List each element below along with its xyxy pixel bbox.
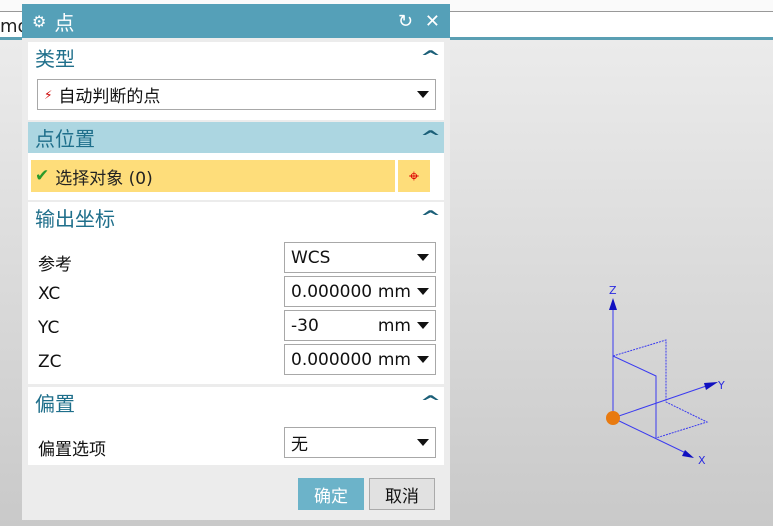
collapse-icon[interactable]: ^ <box>420 392 441 413</box>
offset-option-label: 偏置选项 <box>38 440 106 460</box>
offset-option-dropdown[interactable]: 无 <box>284 427 436 458</box>
chevron-down-icon[interactable] <box>417 288 429 295</box>
chevron-down-icon <box>417 254 429 261</box>
zc-unit: mm <box>377 349 411 370</box>
wcs-triad: Z Y X <box>606 284 725 467</box>
inferred-point-icon: ⚡ <box>44 87 53 102</box>
type-section: 类型 ^ ⚡ 自动判断的点 <box>28 42 444 120</box>
y-axis <box>612 382 716 419</box>
point-dialog: ⚙ 点 ↻ ✕ 类型 ^ ⚡ 自动判断的点 点位置 ^ ✔ 选择对象 (0) ⌖ 输… <box>22 4 450 520</box>
chevron-down-icon <box>417 91 429 98</box>
check-icon: ✔ <box>35 166 50 186</box>
xc-unit: mm <box>377 281 411 302</box>
zc-value[interactable]: 0.000000 <box>291 350 378 370</box>
collapse-icon[interactable]: ^ <box>420 127 441 148</box>
reference-dropdown[interactable]: WCS <box>284 242 436 273</box>
offset-header[interactable]: 偏置 ^ <box>28 387 444 418</box>
x-label: X <box>698 454 706 467</box>
offset-section: 偏置 ^ 偏置选项 无 <box>28 387 444 465</box>
xc-value[interactable]: 0.000000 <box>291 282 378 302</box>
x-axis <box>612 417 691 456</box>
reset-icon[interactable]: ↻ <box>398 11 413 32</box>
cancel-button[interactable]: 取消 <box>369 478 435 510</box>
gear-icon[interactable]: ⚙ <box>32 12 46 31</box>
yc-unit: mm <box>377 315 411 336</box>
reference-label: 参考 <box>38 255 72 275</box>
type-header[interactable]: 类型 ^ <box>28 42 444 73</box>
point-dialog-button[interactable]: ⌖ <box>398 160 430 192</box>
xc-input[interactable]: 0.000000 mm <box>284 276 436 307</box>
collapse-icon[interactable]: ^ <box>420 207 441 228</box>
point-location-section: 点位置 ^ ✔ 选择对象 (0) ⌖ <box>28 122 444 200</box>
chevron-down-icon <box>417 439 429 446</box>
yc-input[interactable]: -30 mm <box>284 310 436 341</box>
type-header-label: 类型 <box>35 47 75 71</box>
offset-option-value: 无 <box>291 435 308 455</box>
title-bar[interactable]: ⚙ 点 ↻ ✕ <box>22 4 450 38</box>
point-type-value: 自动判断的点 <box>58 87 161 107</box>
chevron-down-icon[interactable] <box>417 356 429 363</box>
z-label: Z <box>609 284 617 297</box>
zc-input[interactable]: 0.000000 mm <box>284 344 436 375</box>
yc-label: YC <box>38 318 60 338</box>
chevron-down-icon[interactable] <box>417 322 429 329</box>
select-object-label: 选择对象 (0) <box>55 168 153 189</box>
offset-header-label: 偏置 <box>35 392 75 416</box>
ok-button[interactable]: 确定 <box>298 478 364 510</box>
point-type-dropdown[interactable]: ⚡ 自动判断的点 <box>37 79 436 110</box>
point-marker <box>606 411 620 425</box>
close-icon[interactable]: ✕ <box>425 11 440 32</box>
select-object-field[interactable]: ✔ 选择对象 (0) <box>31 160 395 192</box>
xc-label: XC <box>38 284 61 304</box>
zc-label: ZC <box>38 352 62 372</box>
dialog-title: 点 <box>54 10 75 35</box>
yc-value[interactable]: -30 <box>291 316 378 336</box>
y-label: Y <box>717 379 725 392</box>
point-location-header-label: 点位置 <box>35 127 95 151</box>
point-location-header[interactable]: 点位置 ^ <box>28 122 444 153</box>
output-coords-header-label: 输出坐标 <box>35 207 115 231</box>
output-coords-header[interactable]: 输出坐标 ^ <box>28 202 444 233</box>
collapse-icon[interactable]: ^ <box>420 47 441 68</box>
output-coords-section: 输出坐标 ^ 参考 WCS XC 0.000000 mm YC -30 mm ZC 0… <box>28 202 444 384</box>
crosshair-icon: ⌖ <box>408 165 420 187</box>
reference-value: WCS <box>291 247 331 268</box>
